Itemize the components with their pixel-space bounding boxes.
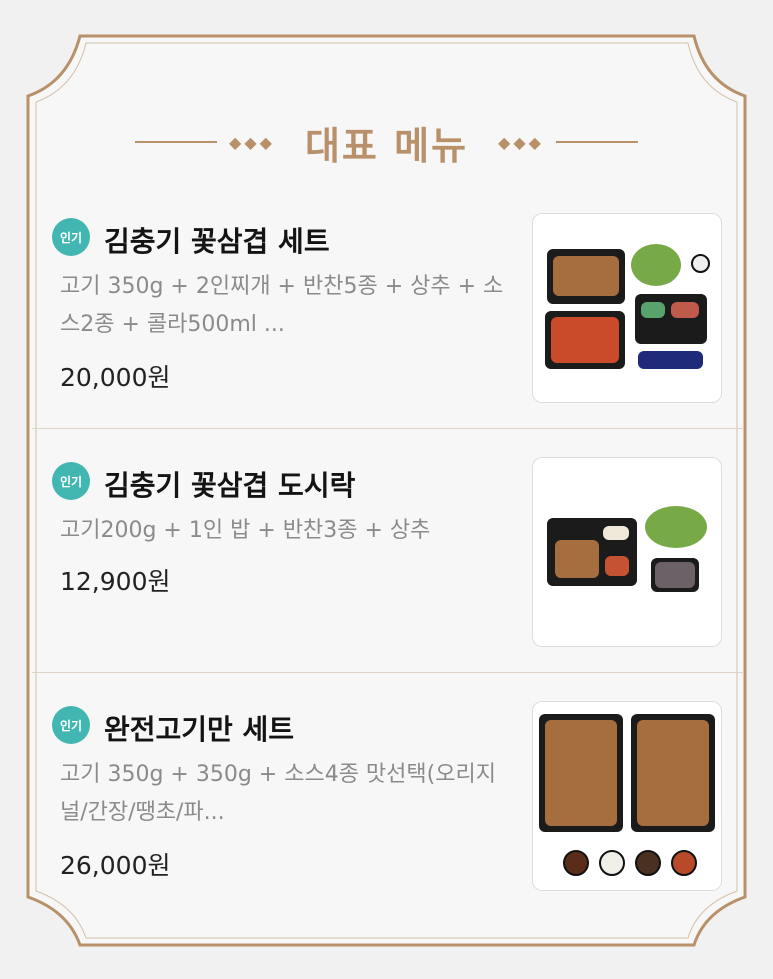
- menu-item-name: 완전고기만 세트: [104, 713, 295, 746]
- menu-item-price: 20,000원: [60, 363, 171, 392]
- title-right-line: [555, 141, 638, 143]
- lettuce-icon: [645, 506, 707, 548]
- menu-item-photo[interactable]: [532, 701, 722, 891]
- menu-item-all-meat-set[interactable]: 인기 완전고기만 세트 고기 350g + 350g + 소스4종 맛선택(오리…: [32, 686, 744, 926]
- menu-item-kimchunggi-set[interactable]: 인기 김충기 꽃삼겹 세트 고기 350g + 2인찌개 + 반찬5종 + 상추…: [32, 198, 744, 438]
- menu-divider: [32, 428, 744, 429]
- multigrain-rice: [655, 562, 695, 588]
- side-dish-red: [671, 302, 699, 318]
- meat-slices: [553, 256, 619, 296]
- menu-item-name: 김충기 꽃삼겹 도시락: [104, 469, 356, 502]
- meat-slices: [637, 720, 709, 826]
- menu-item-description: 고기200g + 1인 밥 + 반찬3종 + 상추: [60, 518, 431, 543]
- sauce-cup-icon: [563, 850, 589, 876]
- title-left-line: [135, 141, 218, 143]
- menu-item-price: 26,000원: [60, 851, 171, 880]
- lettuce-icon: [631, 244, 681, 286]
- side-dish-kimchi: [605, 556, 629, 576]
- side-dish-rice: [603, 526, 629, 540]
- sauce-cup-icon: [671, 850, 697, 876]
- popular-badge: 인기: [52, 218, 90, 256]
- cola-bottle-icon: [638, 351, 703, 369]
- sauce-cup-icon: [635, 850, 661, 876]
- menu-item-photo[interactable]: [532, 457, 722, 647]
- sauce-cup-icon: [599, 850, 625, 876]
- popular-badge: 인기: [52, 462, 90, 500]
- menu-title-row: ◆◆◆ 대표 메뉴 ◆◆◆: [28, 112, 745, 172]
- menu-item-price: 12,900원: [60, 567, 171, 596]
- menu-item-description: 고기 350g + 350g + 소스4종 맛선택(오리지널/간장/땡초/파..…: [60, 762, 496, 825]
- diamond-ornament-icon: ◆◆◆: [229, 132, 275, 152]
- popular-badge: 인기: [52, 706, 90, 744]
- menu-item-description: 고기 350g + 2인찌개 + 반찬5종 + 상추 + 소스2종 + 콜라50…: [60, 274, 504, 337]
- stew: [551, 317, 619, 363]
- sauce-cup-icon: [691, 254, 710, 273]
- meat-slices: [545, 720, 617, 826]
- menu-item-photo[interactable]: [532, 213, 722, 403]
- menu-divider: [32, 672, 744, 673]
- menu-item-kimchunggi-lunchbox[interactable]: 인기 김충기 꽃삼겹 도시락 고기200g + 1인 밥 + 반찬3종 + 상추…: [32, 442, 744, 682]
- diamond-ornament-icon: ◆◆◆: [498, 132, 544, 152]
- page-title: 대표 메뉴: [304, 123, 469, 168]
- meat-slices: [555, 540, 599, 578]
- menu-item-name: 김충기 꽃삼겹 세트: [104, 225, 330, 258]
- side-dish-green: [641, 302, 665, 318]
